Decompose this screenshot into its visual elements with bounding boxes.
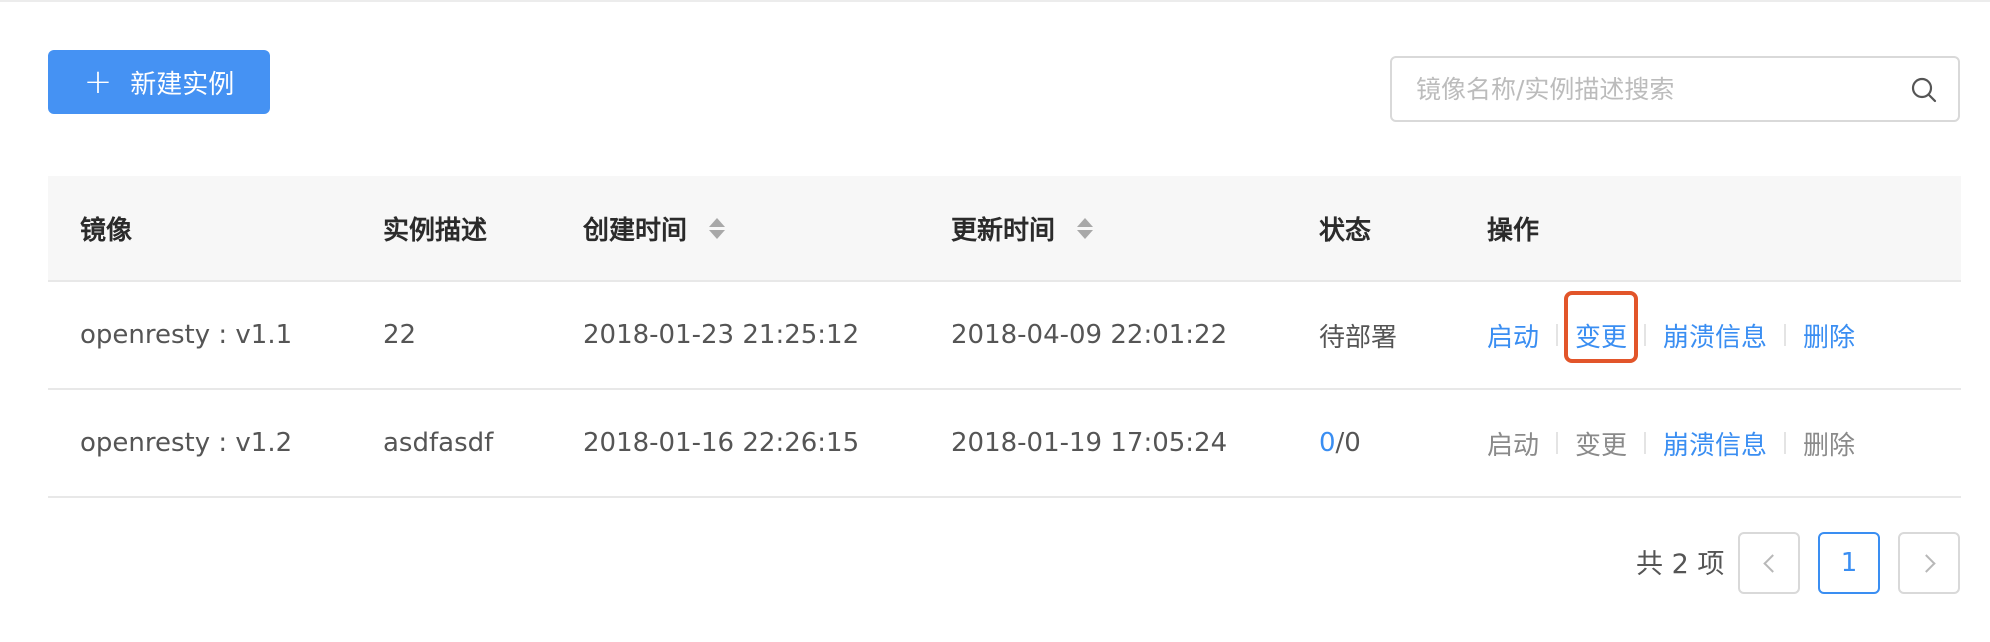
delete-action[interactable]: 删除 [1803,317,1855,354]
action-divider [1784,432,1787,454]
delete-action[interactable]: 删除 [1803,425,1855,462]
search-box [1390,56,1960,122]
sort-icon[interactable] [709,217,726,239]
action-divider [1644,432,1647,454]
plus-icon: + [83,62,113,102]
chevron-left-icon [1762,553,1782,573]
new-instance-button[interactable]: + 新建实例 [48,50,270,114]
col-updated[interactable]: 更新时间 [951,176,1094,280]
updated-cell: 2018-04-09 22:01:22 [951,320,1228,350]
change-action[interactable]: 变更 [1564,290,1639,363]
instance-table: 镜像 实例描述 创建时间 更新时间 状态 操作 openresty : v1.1… [48,176,1961,498]
actions-cell: 启动 变更 崩溃信息 删除 [1487,282,1855,388]
actions-cell: 启动 变更 崩溃信息 删除 [1487,390,1855,496]
description-cell: 22 [383,320,417,350]
col-created-label: 创建时间 [583,215,688,246]
action-divider [1556,324,1559,346]
table-row: openresty : v1.1 22 2018-01-23 21:25:12 … [48,282,1961,390]
change-action[interactable]: 变更 [1575,425,1627,462]
crash-info-action[interactable]: 崩溃信息 [1663,425,1767,462]
page-button[interactable]: 1 [1818,532,1880,594]
col-created[interactable]: 创建时间 [583,176,726,280]
updated-cell: 2018-01-19 17:05:24 [951,428,1228,458]
status-cell: 0/0 [1319,390,1361,496]
description-cell: asdfasdf [383,428,494,458]
start-action[interactable]: 启动 [1487,425,1539,462]
search-input[interactable] [1414,73,1888,105]
crash-info-action[interactable]: 崩溃信息 [1663,317,1767,354]
table-header: 镜像 实例描述 创建时间 更新时间 状态 操作 [48,176,1961,282]
image-link[interactable]: openresty : v1.1 [80,282,292,388]
action-divider [1556,432,1559,454]
col-image: 镜像 [80,215,133,246]
total-count: /0 [1335,428,1361,458]
new-instance-label: 新建实例 [130,69,235,100]
table-row: openresty : v1.2 asdfasdf 2018-01-16 22:… [48,390,1961,498]
sort-icon[interactable] [1077,217,1094,239]
col-actions: 操作 [1487,215,1540,246]
total-count-label: 共 2 项 [1636,549,1725,580]
status-cell: 待部署 [1319,322,1398,353]
image-link[interactable]: openresty : v1.2 [80,390,292,496]
action-divider [1644,324,1647,346]
created-cell: 2018-01-23 21:25:12 [583,320,860,350]
col-description: 实例描述 [383,215,488,246]
running-count[interactable]: 0 [1319,428,1336,458]
action-divider [1784,324,1787,346]
next-page-button[interactable] [1898,532,1960,594]
col-updated-label: 更新时间 [951,215,1056,246]
chevron-right-icon [1916,553,1936,573]
start-action[interactable]: 启动 [1487,317,1539,354]
created-cell: 2018-01-16 22:26:15 [583,428,860,458]
prev-page-button[interactable] [1738,532,1800,594]
top-divider [0,0,1990,2]
search-icon[interactable] [1910,76,1938,104]
col-status: 状态 [1319,215,1372,246]
